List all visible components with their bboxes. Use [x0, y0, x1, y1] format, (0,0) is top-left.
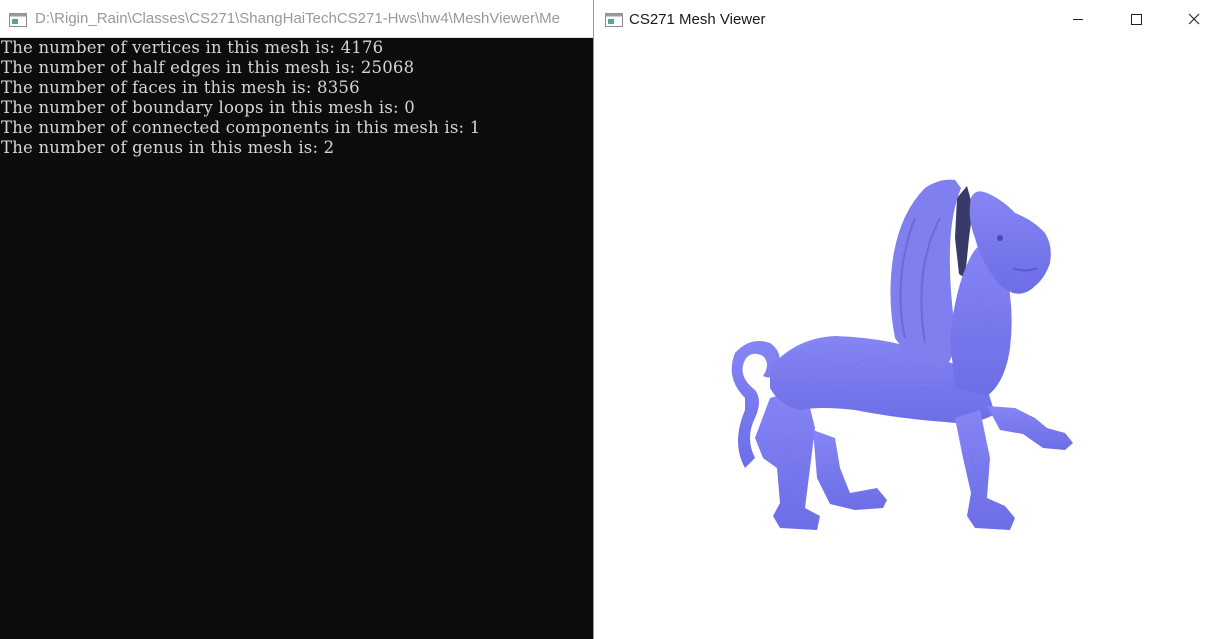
- console-line: The number of vertices in this mesh is: …: [1, 38, 384, 57]
- maximize-icon: [1130, 13, 1142, 25]
- close-icon: [1188, 13, 1200, 25]
- close-button[interactable]: [1165, 0, 1223, 38]
- front-leg-raised: [987, 406, 1073, 450]
- console-output: The number of vertices in this mesh is: …: [0, 38, 593, 158]
- console-app-icon: [9, 12, 27, 27]
- console-title: D:\Rigin_Rain\Classes\CS271\ShangHaiTech…: [35, 10, 560, 27]
- eye: [997, 235, 1003, 241]
- console-line: The number of half edges in this mesh is…: [1, 58, 415, 77]
- window-controls: [1049, 0, 1223, 38]
- console-line: The number of genus in this mesh is: 2: [1, 138, 335, 157]
- maximize-button[interactable]: [1107, 0, 1165, 38]
- mesh-viewport[interactable]: [595, 38, 1223, 639]
- viewer-titlebar[interactable]: CS271 Mesh Viewer: [595, 0, 1223, 38]
- console-line: The number of faces in this mesh is: 835…: [1, 78, 360, 97]
- console-line: The number of connected components in th…: [1, 118, 481, 137]
- hind-leg-left: [755, 388, 820, 530]
- viewer-title: CS271 Mesh Viewer: [629, 10, 766, 28]
- mesh-viewer-window[interactable]: CS271 Mesh Viewer: [595, 0, 1223, 639]
- window-app-icon: [605, 12, 623, 27]
- minimize-icon: [1072, 13, 1084, 25]
- minimize-button[interactable]: [1049, 0, 1107, 38]
- winged-lion-mesh: [731, 179, 1073, 530]
- hind-leg-right: [813, 430, 887, 510]
- console-window[interactable]: D:\Rigin_Rain\Classes\CS271\ShangHaiTech…: [0, 0, 594, 639]
- console-titlebar[interactable]: D:\Rigin_Rain\Classes\CS271\ShangHaiTech…: [0, 0, 593, 38]
- console-line: The number of boundary loops in this mes…: [1, 98, 415, 117]
